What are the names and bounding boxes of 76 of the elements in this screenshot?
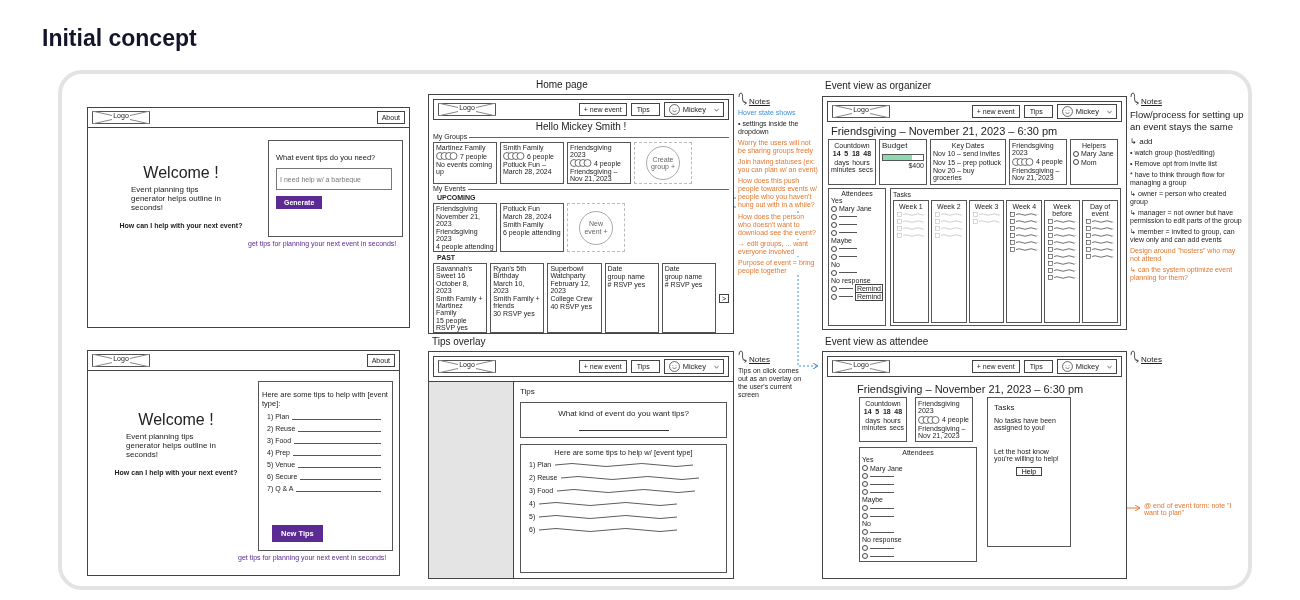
name-placeholder-line	[870, 507, 894, 509]
task-placeholder[interactable]	[1086, 247, 1115, 253]
task-placeholder[interactable]	[1048, 219, 1077, 225]
curved-arrow-icon	[1130, 92, 1140, 106]
curved-arrow-icon	[738, 92, 748, 106]
name-placeholder-line	[870, 483, 894, 485]
task-placeholder[interactable]	[1048, 275, 1077, 281]
smiley-icon	[1061, 361, 1073, 372]
smiley-icon	[1061, 106, 1073, 117]
task-placeholder[interactable]	[1048, 254, 1077, 260]
caret-icon	[1107, 364, 1112, 369]
task-placeholder[interactable]	[1010, 212, 1039, 218]
task-placeholder[interactable]	[1048, 268, 1077, 274]
notes-title: Notes	[749, 355, 770, 364]
screen-caption: Tips overlay	[432, 336, 486, 348]
task-placeholder[interactable]	[1086, 233, 1115, 239]
caret-icon	[714, 364, 719, 369]
section-heading: Initial concept	[41, 24, 198, 52]
task-placeholder[interactable]	[1048, 247, 1077, 253]
card-title: Tasks	[994, 403, 1016, 412]
notes-title: Notes	[1141, 97, 1162, 106]
smiley-icon	[668, 361, 680, 372]
task-placeholder[interactable]	[1048, 233, 1077, 239]
welcome-title: Welcome !	[143, 164, 219, 182]
name-placeholder-line	[870, 547, 894, 549]
note-text: Flow/process for setting up an event stays the same	[1130, 109, 1244, 134]
avatar-group-icon	[918, 415, 940, 424]
name-placeholder-line	[870, 475, 894, 477]
task-placeholder[interactable]	[1048, 261, 1077, 267]
task-placeholder[interactable]	[1010, 219, 1039, 225]
task-placeholder[interactable]	[1010, 226, 1039, 232]
name-placeholder-line	[839, 296, 853, 298]
question-text: What kind of event do you want tips?	[558, 409, 689, 418]
welcome-subtitle: Event planning tips generator helps outline in seconds!	[131, 185, 222, 213]
name-placeholder-line	[870, 555, 894, 557]
task-placeholder[interactable]	[1086, 240, 1115, 246]
avatar-group-icon	[503, 152, 525, 160]
curved-arrow-icon	[1130, 350, 1140, 364]
overlay-title: Tips	[520, 387, 536, 396]
name-placeholder-line	[839, 256, 857, 258]
screen-caption: Event view as attendee	[825, 336, 929, 348]
name-placeholder-line	[870, 531, 894, 533]
screen-caption: Home page	[536, 79, 588, 91]
avatar-group-icon	[1012, 157, 1034, 166]
task-placeholder[interactable]	[1010, 240, 1039, 246]
curved-arrow-icon	[738, 350, 748, 364]
avatar-group-icon	[570, 159, 592, 167]
name-placeholder-line	[839, 232, 857, 234]
avatar-group-icon	[436, 152, 458, 160]
budget-bar	[882, 154, 924, 162]
event-title: Friendsgiving – November 21, 2023 – 6:30 pm	[830, 124, 1059, 139]
welcome-title: Welcome !	[138, 411, 214, 429]
welcome-subtitle: Event planning tips generator helps outline in seconds!	[126, 432, 217, 460]
task-placeholder[interactable]	[1048, 240, 1077, 246]
name-placeholder-line	[839, 272, 857, 274]
name-placeholder-line	[839, 224, 857, 226]
greeting: Hello Mickey Smith !	[534, 121, 628, 133]
task-placeholder[interactable]	[1086, 226, 1115, 232]
notes-title: Notes	[1141, 355, 1162, 364]
name-placeholder-line	[839, 216, 857, 218]
notes-title: Notes	[749, 97, 770, 106]
name-placeholder-line	[839, 248, 857, 250]
caret-icon	[714, 107, 719, 112]
task-placeholder[interactable]	[1086, 219, 1115, 225]
caret-icon	[1107, 109, 1112, 114]
task-placeholder[interactable]	[1048, 226, 1077, 232]
task-placeholder[interactable]	[1010, 247, 1039, 253]
name-placeholder-line	[870, 515, 894, 517]
screen-caption: Event view as organizer	[825, 80, 932, 92]
task-placeholder[interactable]	[1010, 233, 1039, 239]
name-placeholder-line	[870, 491, 894, 493]
smiley-icon	[668, 104, 680, 115]
task-placeholder[interactable]	[1086, 254, 1115, 260]
card-title: Budget	[882, 142, 909, 151]
event-title: Friendsgiving – November 21, 2023 – 6:30 pm	[856, 382, 1085, 397]
name-placeholder-line	[839, 288, 853, 290]
